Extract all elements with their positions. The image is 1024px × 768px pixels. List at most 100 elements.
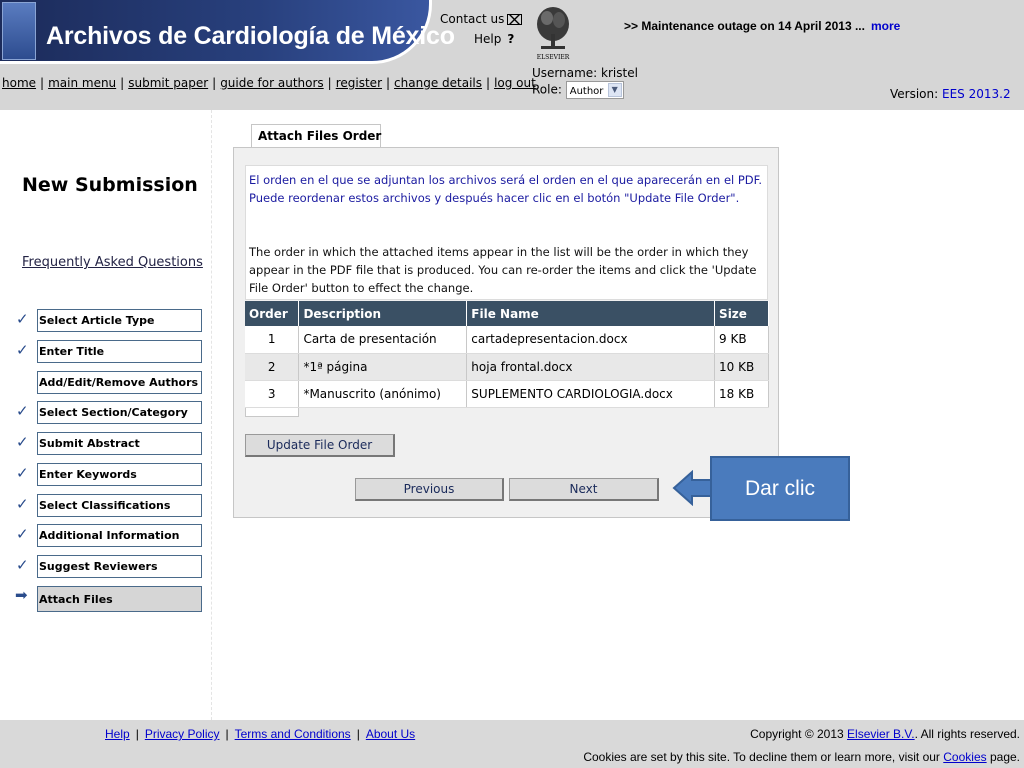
next-button[interactable]: Next [509,478,659,501]
step-select-article-type[interactable]: Select Article Type [37,309,202,332]
role-select[interactable]: Author ▼ [565,81,624,99]
copyright-suffix: . All rights reserved. [914,727,1020,741]
username-label: Username: [532,66,598,80]
username-value: kristel [601,66,638,80]
check-icon: ✓ [16,402,29,420]
row-size: 10 KB [714,353,769,381]
table-row[interactable]: 1 Carta de presentación cartadepresentac… [245,326,769,354]
footer-privacy-link[interactable]: Privacy Policy [145,727,220,741]
row-description: *Manuscrito (anónimo) [298,380,468,408]
column-header-description: Description [298,301,468,326]
journal-banner[interactable]: Archivos de Cardiología de México [0,0,455,64]
check-icon: ✓ [16,556,29,574]
step-additional-information[interactable]: Additional Information [37,524,202,547]
row-description: *1ª página [298,353,468,381]
elsevier-link[interactable]: Elsevier B.V. [847,727,915,741]
callout-arrow-icon [672,470,712,506]
row-file-name: SUPLEMENTO CARDIOLOGIA.docx [466,380,716,408]
elsevier-wordmark: ELSEVIER [537,54,570,61]
question-mark-icon: ? [507,32,515,46]
contact-us-link[interactable]: Contact us [440,12,523,26]
table-header-row: Order Description File Name Size [245,301,769,326]
tab-attach-files-order[interactable]: Attach Files Order [251,124,381,148]
column-header-order: Order [245,301,300,326]
cookies-suffix: page. [989,750,1020,764]
faq-link[interactable]: Frequently Asked Questions [22,255,203,270]
maintenance-text: >> Maintenance outage on 14 April 2013 .… [624,19,865,33]
nav-submit-paper[interactable]: submit paper [128,76,208,90]
version-info: Version: EES 2013.2 [890,87,1011,101]
journal-seal-logo [2,2,36,60]
cookies-link[interactable]: Cookies [943,750,986,764]
cookies-prefix: Cookies are set by this site. To decline… [583,750,940,764]
column-header-file-name: File Name [466,301,716,326]
step-attach-files[interactable]: Attach Files [37,586,202,612]
previous-button[interactable]: Previous [355,478,504,501]
dar-clic-callout: Dar clic [710,456,850,521]
maintenance-notice: >> Maintenance outage on 14 April 2013 .… [624,19,900,33]
elsevier-tree-logo: ELSEVIER [533,4,573,62]
cookies-notice: Cookies are set by this site. To decline… [583,750,1020,764]
check-icon: ✓ [16,495,29,513]
file-order-table: Order Description File Name Size 1 Carta… [245,301,769,408]
step-suggest-reviewers[interactable]: Suggest Reviewers [37,555,202,578]
version-label: Version: [890,87,939,101]
row-order: 1 [245,326,300,354]
help-label: Help [474,32,502,46]
step-select-section-category[interactable]: Select Section/Category [37,401,202,424]
check-icon: ✓ [16,341,29,359]
check-icon: ✓ [16,525,29,543]
step-add-edit-remove-authors[interactable]: Add/Edit/Remove Authors [37,371,202,394]
nav-change-details[interactable]: change details [394,76,482,90]
header-bar: Archivos de Cardiología de México Contac… [0,0,1024,110]
user-info: Username: kristel Role: Author ▼ [532,65,638,99]
chevron-down-icon: ▼ [607,83,622,97]
row-description: Carta de presentación [298,326,468,354]
footer-bar: Help | Privacy Policy | Terms and Conditions… [0,720,1024,768]
nav-log-out[interactable]: log out [494,76,536,90]
row-file-name: hoja frontal.docx [466,353,716,381]
attach-files-panel: El orden en el que se adjuntan los archi… [233,147,779,518]
copyright-notice: Copyright © 2013 Elsevier B.V.. All righ… [750,727,1020,741]
check-icon: ✓ [16,433,29,451]
sidebar-title: New Submission [22,174,198,196]
version-link[interactable]: EES 2013.2 [942,87,1011,101]
nav-home[interactable]: home [2,76,36,90]
step-select-classifications[interactable]: Select Classifications [37,494,202,517]
nav-guide-for-authors[interactable]: guide for authors [220,76,323,90]
top-navigation: home | main menu | submit paper | guide for au… [2,76,536,90]
nav-register[interactable]: register [336,76,382,90]
table-footer-cell [245,408,299,417]
contact-us-label: Contact us [440,12,505,26]
check-icon: ✓ [16,464,29,482]
footer-help-link[interactable]: Help [105,727,130,741]
row-order: 3 [245,380,300,408]
check-icon: ✓ [16,310,29,328]
help-link[interactable]: Help? [474,32,514,46]
copyright-prefix: Copyright © 2013 [750,727,844,741]
row-file-name: cartadepresentacion.docx [466,326,716,354]
journal-title: Archivos de Cardiología de México [46,22,455,50]
role-value: Author [569,86,604,97]
column-header-size: Size [714,301,769,326]
instructions-box: El orden en el que se adjuntan los archi… [245,165,768,300]
row-order: 2 [245,353,300,381]
mail-icon [507,14,523,25]
footer-terms-link[interactable]: Terms and Conditions [235,727,351,741]
update-file-order-button[interactable]: Update File Order [245,434,395,457]
footer-about-link[interactable]: About Us [366,727,415,741]
step-submit-abstract[interactable]: Submit Abstract [37,432,202,455]
role-label: Role: [532,82,562,97]
table-row[interactable]: 3 *Manuscrito (anónimo) SUPLEMENTO CARDI… [245,380,769,408]
step-enter-keywords[interactable]: Enter Keywords [37,463,202,486]
row-size: 18 KB [714,380,769,408]
step-enter-title[interactable]: Enter Title [37,340,202,363]
nav-main-menu[interactable]: main menu [48,76,116,90]
row-size: 9 KB [714,326,769,354]
instructions-spanish: El orden en el que se adjuntan los archi… [249,173,763,205]
table-row[interactable]: 2 *1ª página hoja frontal.docx 10 KB [245,353,769,381]
instructions-english: The order in which the attached items ap… [249,245,757,295]
current-step-arrow-icon: ➡ [15,586,28,604]
footer-links: Help | Privacy Policy | Terms and Conditions… [105,727,416,741]
maintenance-more-link[interactable]: more [871,19,900,33]
